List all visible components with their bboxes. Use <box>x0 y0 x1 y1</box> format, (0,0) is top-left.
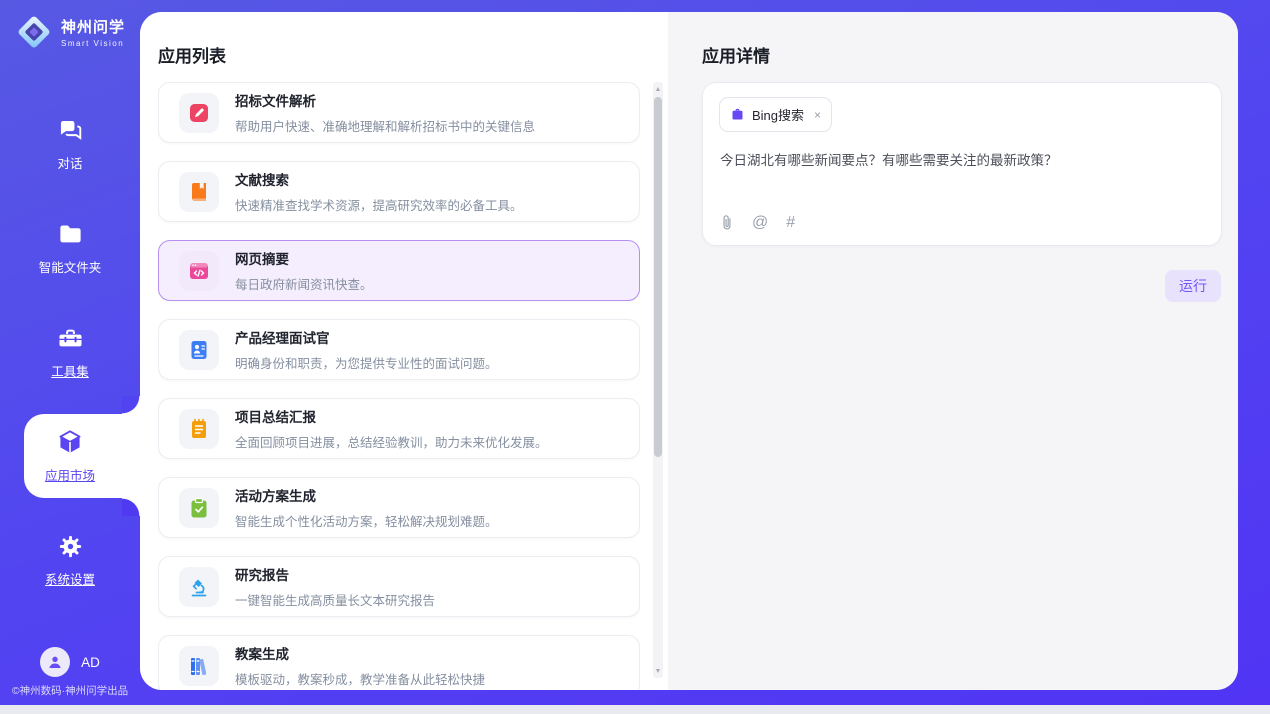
tool-chip-bing-search[interactable]: Bing搜索 × <box>719 97 832 132</box>
user-account[interactable]: AD <box>0 647 140 677</box>
app-frame: 神州问学 Smart Vision 对话 智能文件夹 工具集 <box>0 0 1270 705</box>
app-list-panel: 应用列表 招标文件解析 帮助用户快速、准确地理解和解析招标书中的关键信息 文献搜… <box>140 12 668 690</box>
app-description: 模板驱动，教案秒成，教学准备从此轻松快捷 <box>235 669 485 688</box>
app-description: 快速精准查找学术资源，提高研究效率的必备工具。 <box>235 195 523 214</box>
brand-tagline: Smart Vision <box>61 39 125 48</box>
microscope-icon <box>179 567 219 607</box>
content-canvas: 应用列表 招标文件解析 帮助用户快速、准确地理解和解析招标书中的关键信息 文献搜… <box>140 12 1238 690</box>
scrollbar-thumb[interactable] <box>654 97 662 457</box>
app-name: 项目总结汇报 <box>235 406 548 426</box>
app-card[interactable]: 招标文件解析 帮助用户快速、准确地理解和解析招标书中的关键信息 <box>158 82 640 143</box>
copyright-text: ©神州数码·神州问学出品 <box>0 683 140 698</box>
hash-icon[interactable]: # <box>786 215 795 231</box>
app-list-title: 应用列表 <box>158 42 226 67</box>
prompt-composer[interactable]: Bing搜索 × 今日湖北有哪些新闻要点？有哪些需要关注的最新政策？ @ # <box>702 82 1222 246</box>
avatar <box>40 647 70 677</box>
at-icon[interactable]: @ <box>752 215 768 231</box>
sidebar-item-label: 智能文件夹 <box>39 257 102 276</box>
sidebar-item-label: 工具集 <box>51 361 89 380</box>
app-card[interactable]: 教案生成 模板驱动，教案秒成，教学准备从此轻松快捷 <box>158 635 640 690</box>
app-name: 活动方案生成 <box>235 485 498 505</box>
app-card-list: 招标文件解析 帮助用户快速、准确地理解和解析招标书中的关键信息 文献搜索 快速精… <box>158 82 640 690</box>
sidebar: 神州问学 Smart Vision 对话 智能文件夹 工具集 <box>0 0 140 705</box>
arrow-up-icon[interactable]: ▲ <box>653 83 663 95</box>
paperclip-icon[interactable] <box>720 213 734 232</box>
brand: 神州问学 Smart Vision <box>15 13 125 51</box>
books-icon <box>179 646 219 686</box>
app-card[interactable]: 活动方案生成 智能生成个性化活动方案，轻松解决规划难题。 <box>158 477 640 538</box>
toolbox-icon <box>57 325 84 352</box>
arrow-down-icon[interactable]: ▼ <box>653 665 663 677</box>
app-detail-title: 应用详情 <box>702 42 770 67</box>
active-item-background <box>24 414 140 498</box>
app-card[interactable]: 项目总结汇报 全面回顾项目进展，总结经验教训，助力未来优化发展。 <box>158 398 640 459</box>
notes-icon <box>179 409 219 449</box>
app-name: 教案生成 <box>235 643 485 663</box>
sidebar-item-label: 对话 <box>57 153 82 172</box>
sidebar-item-label: 系统设置 <box>45 569 95 588</box>
app-card[interactable]: 产品经理面试官 明确身份和职责，为您提供专业性的面试问题。 <box>158 319 640 380</box>
sidebar-item-app-market[interactable]: 应用市场 <box>0 404 140 508</box>
app-name: 产品经理面试官 <box>235 327 498 347</box>
app-detail-panel: 应用详情 Bing搜索 × 今日湖北有哪些新闻要点？有哪些需要关注的最新政策？ … <box>668 12 1238 690</box>
sidebar-item-settings[interactable]: 系统设置 <box>0 508 140 612</box>
app-description: 每日政府新闻资讯快查。 <box>235 274 373 293</box>
pen-square-icon <box>179 93 219 133</box>
app-description: 一键智能生成高质量长文本研究报告 <box>235 590 435 609</box>
app-card[interactable]: 文献搜索 快速精准查找学术资源，提高研究效率的必备工具。 <box>158 161 640 222</box>
sidebar-item-label: 应用市场 <box>45 465 95 484</box>
clipboard-check-icon <box>179 488 219 528</box>
query-text: 今日湖北有哪些新闻要点？有哪些需要关注的最新政策？ <box>720 149 1204 169</box>
folder-icon <box>57 221 84 248</box>
chat-icon <box>57 117 84 144</box>
resume-icon <box>179 330 219 370</box>
cube-icon <box>56 428 84 456</box>
composer-toolbar: @ # <box>720 213 795 232</box>
user-avatar-icon <box>46 653 64 671</box>
book-icon <box>179 172 219 212</box>
user-name: AD <box>81 655 100 670</box>
list-scrollbar[interactable]: ▲ ▼ <box>653 82 663 678</box>
sidebar-nav: 对话 智能文件夹 工具集 应用市场 系统设置 <box>0 92 140 612</box>
sidebar-item-smart-folder[interactable]: 智能文件夹 <box>0 196 140 300</box>
gear-icon <box>57 533 84 560</box>
app-description: 明确身份和职责，为您提供专业性的面试问题。 <box>235 353 498 372</box>
browser-code-icon <box>179 251 219 291</box>
run-button[interactable]: 运行 <box>1165 270 1221 302</box>
diamond-logo-icon <box>15 13 53 51</box>
tool-chip-label: Bing搜索 <box>752 105 804 124</box>
app-name: 文献搜索 <box>235 169 523 189</box>
app-card[interactable]: 研究报告 一键智能生成高质量长文本研究报告 <box>158 556 640 617</box>
brand-name: 神州问学 <box>61 16 125 37</box>
app-description: 帮助用户快速、准确地理解和解析招标书中的关键信息 <box>235 116 535 135</box>
app-name: 网页摘要 <box>235 248 373 268</box>
briefcase-icon <box>730 107 745 122</box>
app-name: 研究报告 <box>235 564 435 584</box>
app-description: 智能生成个性化活动方案，轻松解决规划难题。 <box>235 511 498 530</box>
app-name: 招标文件解析 <box>235 90 535 110</box>
close-icon[interactable]: × <box>814 108 821 122</box>
sidebar-item-chat[interactable]: 对话 <box>0 92 140 196</box>
app-description: 全面回顾项目进展，总结经验教训，助力未来优化发展。 <box>235 432 548 451</box>
sidebar-item-toolset[interactable]: 工具集 <box>0 300 140 404</box>
app-card-selected[interactable]: 网页摘要 每日政府新闻资讯快查。 <box>158 240 640 301</box>
